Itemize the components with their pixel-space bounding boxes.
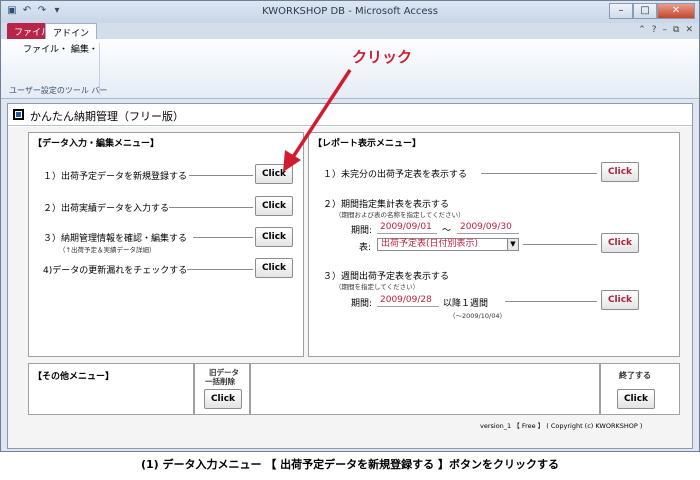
caption: (1) データ入力メニュー 【 出荷予定データを新規登録する 】ボタンをクリック…	[140, 458, 560, 471]
arrow-shaft	[291, 69, 352, 158]
arrow-head-icon	[283, 150, 301, 172]
annotation-arrow	[283, 69, 352, 172]
